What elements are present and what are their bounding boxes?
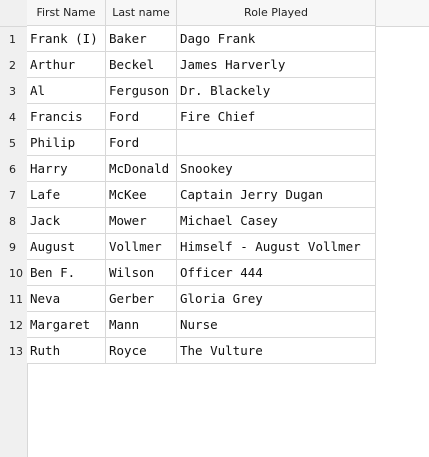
cell-last-name[interactable]: McKee: [106, 182, 177, 208]
cell-role-played[interactable]: Michael Casey: [177, 208, 376, 234]
cell-role-played[interactable]: Snookey: [177, 156, 376, 182]
cell-last-name[interactable]: Wilson: [106, 260, 177, 286]
cell-role-played[interactable]: Himself - August Vollmer: [177, 234, 376, 260]
data-grid: First Name Last name Role Played 1 Frank …: [0, 0, 429, 457]
cell-first-name[interactable]: Jack: [27, 208, 106, 234]
column-header-filler: [376, 0, 429, 27]
cell-role-played[interactable]: Dr. Blackely: [177, 78, 376, 104]
row-number[interactable]: 1: [0, 26, 27, 52]
row-number[interactable]: 8: [0, 208, 27, 234]
row-number[interactable]: 2: [0, 52, 27, 78]
cell-last-name[interactable]: Mower: [106, 208, 177, 234]
cell-role-played[interactable]: Gloria Grey: [177, 286, 376, 312]
row-number[interactable]: 7: [0, 182, 27, 208]
row-number[interactable]: 9: [0, 234, 27, 260]
cell-role-played[interactable]: Officer 444: [177, 260, 376, 286]
cell-last-name[interactable]: Beckel: [106, 52, 177, 78]
cell-first-name[interactable]: Philip: [27, 130, 106, 156]
cell-role-played[interactable]: Nurse: [177, 312, 376, 338]
cell-role-played[interactable]: Fire Chief: [177, 104, 376, 130]
cell-role-played[interactable]: James Harverly: [177, 52, 376, 78]
cell-first-name[interactable]: Lafe: [27, 182, 106, 208]
cell-role-played[interactable]: [177, 130, 376, 156]
row-number[interactable]: 12: [0, 312, 27, 338]
cell-first-name[interactable]: Arthur: [27, 52, 106, 78]
row-number[interactable]: 4: [0, 104, 27, 130]
column-header-row: First Name Last name Role Played: [0, 0, 429, 27]
cell-last-name[interactable]: Baker: [106, 26, 177, 52]
cell-last-name[interactable]: Gerber: [106, 286, 177, 312]
row-number[interactable]: 6: [0, 156, 27, 182]
row-number[interactable]: 3: [0, 78, 27, 104]
row-number[interactable]: 11: [0, 286, 27, 312]
cell-last-name[interactable]: Ferguson: [106, 78, 177, 104]
cell-first-name[interactable]: Ben F.: [27, 260, 106, 286]
cell-first-name[interactable]: Francis: [27, 104, 106, 130]
cell-last-name[interactable]: Vollmer: [106, 234, 177, 260]
cell-last-name[interactable]: Ford: [106, 104, 177, 130]
grid-corner[interactable]: [0, 0, 28, 27]
cell-first-name[interactable]: Frank (I): [27, 26, 106, 52]
cell-last-name[interactable]: Ford: [106, 130, 177, 156]
cell-first-name[interactable]: August: [27, 234, 106, 260]
column-header-role-played[interactable]: Role Played: [177, 0, 376, 26]
cell-first-name[interactable]: Neva: [27, 286, 106, 312]
cell-first-name[interactable]: Margaret: [27, 312, 106, 338]
row-number[interactable]: 5: [0, 130, 27, 156]
cell-first-name[interactable]: Al: [27, 78, 106, 104]
cell-first-name[interactable]: Harry: [27, 156, 106, 182]
cell-role-played[interactable]: Dago Frank: [177, 26, 376, 52]
row-number[interactable]: 10: [0, 260, 27, 286]
cell-last-name[interactable]: Royce: [106, 338, 177, 364]
row-number[interactable]: 13: [0, 338, 27, 364]
cell-first-name[interactable]: Ruth: [27, 338, 106, 364]
cell-role-played[interactable]: Captain Jerry Dugan: [177, 182, 376, 208]
cell-role-played[interactable]: The Vulture: [177, 338, 376, 364]
column-header-last-name[interactable]: Last name: [106, 0, 177, 26]
cell-last-name[interactable]: McDonald: [106, 156, 177, 182]
cell-last-name[interactable]: Mann: [106, 312, 177, 338]
column-header-first-name[interactable]: First Name: [27, 0, 106, 26]
